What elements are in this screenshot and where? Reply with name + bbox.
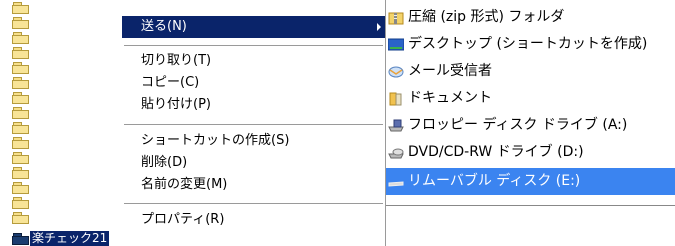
folder-icon[interactable]: [12, 62, 29, 74]
folder-icon[interactable]: [12, 47, 29, 59]
menu-item-cut[interactable]: 切り取り(T): [122, 50, 385, 72]
menu-item-properties[interactable]: プロパティ(R): [122, 209, 385, 231]
submenu-item-label: ドキュメント: [408, 90, 492, 106]
menu-item-delete[interactable]: 削除(D): [122, 152, 385, 174]
folder-icon: [12, 233, 29, 245]
menu-item-label: ショートカットの作成(S): [141, 133, 290, 148]
submenu-item-desktop[interactable]: デスクトップ (ショートカットを作成): [386, 31, 675, 58]
submenu-item-label: デスクトップ (ショートカットを作成): [408, 36, 648, 52]
menu-item-rename[interactable]: 名前の変更(M): [122, 174, 385, 196]
menu-item-label: プロパティ(R): [141, 212, 225, 227]
submenu-item-dvd-drive[interactable]: DVD/CD-RW ドライブ (D:): [386, 139, 675, 166]
menu-item-label: 切り取り(T): [141, 53, 212, 68]
folder-icon[interactable]: [12, 197, 29, 209]
submenu-item-label: リムーバブル ディスク (E:): [408, 173, 581, 189]
submenu-item-removable-disk[interactable]: リムーバブル ディスク (E:): [386, 168, 675, 195]
menu-separator: [124, 203, 383, 205]
menu-item-create-shortcut[interactable]: ショートカットの作成(S): [122, 130, 385, 152]
menu-item-label: 削除(D): [141, 155, 188, 170]
submenu-item-zip-folder[interactable]: 圧縮 (zip 形式) フォルダ: [386, 4, 675, 31]
folder-icon[interactable]: [12, 32, 29, 44]
submenu-item-label: 圧縮 (zip 形式) フォルダ: [408, 9, 565, 25]
mail-recipient-icon: [388, 66, 404, 78]
submenu-item-mail-recipient[interactable]: メール受信者: [386, 58, 675, 85]
submenu-item-floppy-drive[interactable]: フロッピー ディスク ドライブ (A:): [386, 112, 675, 139]
selected-folder-label: 楽チェック21: [30, 231, 110, 246]
floppy-drive-icon: [388, 119, 404, 132]
submenu-item-label: DVD/CD-RW ドライブ (D:): [408, 144, 584, 160]
submenu-item-documents[interactable]: ドキュメント: [386, 85, 675, 112]
submenu-arrow-icon: [377, 23, 381, 31]
folder-icon[interactable]: [12, 152, 29, 164]
submenu-item-label: フロッピー ディスク ドライブ (A:): [408, 117, 628, 133]
folder-icon[interactable]: [12, 17, 29, 29]
menu-item-paste[interactable]: 貼り付け(P): [122, 94, 385, 116]
folder-icon[interactable]: [12, 167, 29, 179]
file-list: 楽チェック21: [0, 0, 122, 246]
selected-folder[interactable]: 楽チェック21: [12, 231, 110, 246]
menu-item-send-to[interactable]: 送る(N): [122, 16, 385, 38]
menu-separator: [124, 45, 383, 47]
folder-icon[interactable]: [12, 182, 29, 194]
send-to-submenu: 圧縮 (zip 形式) フォルダ デスクトップ (ショートカットを作成) メール…: [386, 0, 675, 206]
folder-icon[interactable]: [12, 92, 29, 104]
menu-item-label: コピー(C): [141, 75, 200, 90]
menu-separator: [124, 124, 383, 126]
folder-icon[interactable]: [12, 77, 29, 89]
context-menu: 送る(N) 切り取り(T) コピー(C) 貼り付け(P) ショートカットの作成(…: [122, 0, 386, 246]
submenu-item-label: メール受信者: [408, 63, 492, 79]
removable-disk-icon: [388, 181, 404, 187]
folder-icon[interactable]: [12, 122, 29, 134]
folder-icon[interactable]: [12, 2, 29, 14]
menu-item-label: 送る(N): [141, 19, 187, 34]
folder-icon[interactable]: [12, 212, 29, 224]
documents-icon: [389, 92, 402, 106]
zip-folder-icon: [388, 12, 404, 25]
dvd-drive-icon: [388, 148, 404, 159]
desktop-icon: [388, 38, 404, 51]
menu-item-copy[interactable]: コピー(C): [122, 72, 385, 94]
folder-icon[interactable]: [12, 107, 29, 119]
menu-item-label: 名前の変更(M): [141, 177, 228, 192]
menu-item-label: 貼り付け(P): [141, 97, 211, 112]
folder-icon[interactable]: [12, 137, 29, 149]
